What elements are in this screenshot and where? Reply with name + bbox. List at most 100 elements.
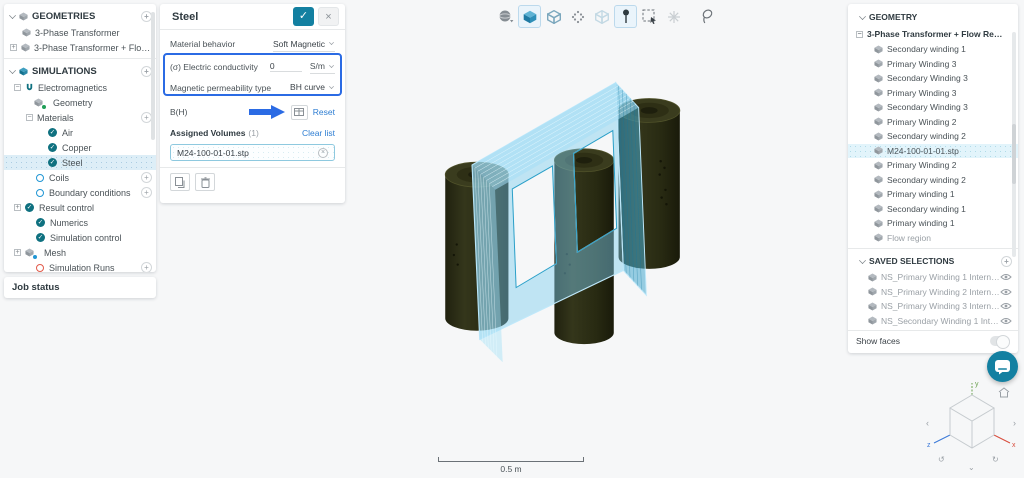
rotate-right-chevron[interactable]: ›	[1013, 418, 1016, 428]
viewport-3d-model[interactable]	[428, 60, 744, 362]
geometry-icon	[21, 43, 30, 52]
tree-item-simulation-runs[interactable]: Simulation Runs +	[4, 260, 156, 272]
isolate-parts-icon[interactable]	[662, 5, 685, 28]
conductivity-input[interactable]	[270, 61, 302, 72]
chevron-down-icon[interactable]	[859, 257, 866, 264]
visibility-eye-icon[interactable]	[1000, 302, 1012, 310]
box-select-icon[interactable]	[638, 5, 661, 28]
visibility-eye-icon[interactable]	[1000, 317, 1012, 325]
saved-selection-item[interactable]: NS_Primary Winding 1 Internal Port	[848, 270, 1018, 285]
solid-view-cube-icon[interactable]	[518, 5, 541, 28]
saved-selections-header[interactable]: SAVED SELECTIONS +	[848, 252, 1018, 270]
geometry-item[interactable]: Primary winding 1	[848, 187, 1018, 202]
close-button[interactable]: ×	[318, 7, 339, 26]
saved-selection-item[interactable]: NS_Primary Winding 2 Internal Port	[848, 285, 1018, 300]
expand-icon[interactable]: +	[14, 204, 21, 211]
saved-selection-label: NS_Secondary Winding 1 Internal Port	[881, 316, 1000, 326]
duplicate-material-button[interactable]	[170, 173, 190, 191]
roll-ccw-icon[interactable]: ↺	[938, 455, 945, 464]
unit-select[interactable]: S/m	[310, 59, 335, 74]
geometry-item[interactable]: Secondary Winding 3	[848, 71, 1018, 86]
home-view-icon[interactable]	[999, 388, 1009, 397]
tree-item-coils[interactable]: Coils +	[4, 170, 156, 185]
geometry-item[interactable]: Secondary winding 1	[848, 202, 1018, 217]
roll-cw-icon[interactable]: ↻	[992, 455, 999, 464]
tree-item-boundary-conditions[interactable]: Boundary conditions +	[4, 185, 156, 200]
show-faces-toggle[interactable]	[990, 336, 1010, 346]
job-status-bar[interactable]: Job status	[4, 277, 156, 298]
add-boundary-condition-button[interactable]: +	[141, 187, 152, 198]
z-axis-label: z	[927, 442, 931, 449]
add-run-button[interactable]: +	[141, 262, 152, 272]
copy-icon	[175, 177, 185, 188]
expand-icon[interactable]: +	[10, 44, 17, 51]
scrollbar[interactable]	[151, 12, 155, 140]
geometry-item[interactable]: Primary Winding 3	[848, 86, 1018, 101]
collapse-icon[interactable]: −	[14, 84, 21, 91]
geometry-item[interactable]: Primary Winding 2	[848, 158, 1018, 173]
remove-chip-icon[interactable]: ×	[318, 148, 328, 158]
exploded-view-icon[interactable]	[566, 5, 589, 28]
tree-item-copper[interactable]: ✓ Copper	[4, 140, 156, 155]
collapse-icon[interactable]: −	[856, 31, 863, 38]
field-label: (σ) Electric conductivity	[170, 62, 258, 72]
geometry-item[interactable]: Primary winding 1	[848, 216, 1018, 231]
visibility-eye-icon[interactable]	[1000, 288, 1012, 296]
geometry-root-item[interactable]: − 3-Phase Transformer + Flow Region	[848, 26, 1018, 42]
expand-icon[interactable]: +	[14, 249, 21, 256]
apply-button[interactable]: ✓	[293, 7, 314, 26]
tree-item-simulation-control[interactable]: ✓ Simulation control	[4, 230, 156, 245]
visibility-eye-icon[interactable]	[1000, 273, 1012, 281]
tree-item-geometry[interactable]: Geometry	[4, 95, 156, 110]
pin-keyframe-icon[interactable]	[614, 5, 637, 28]
tree-item-3-phase-transformer[interactable]: 3-Phase Transformer	[4, 25, 156, 40]
geometry-section-header[interactable]: GEOMETRY	[848, 8, 1018, 26]
chevron-down-icon[interactable]	[9, 67, 16, 74]
wireframe-view-icon[interactable]	[590, 5, 613, 28]
delete-material-button[interactable]	[195, 173, 215, 191]
geometry-item[interactable]: Secondary winding 1	[848, 42, 1018, 57]
error-circle-icon	[36, 264, 44, 272]
geometries-section-header[interactable]: GEOMETRIES +	[4, 7, 156, 25]
tree-item-materials[interactable]: − Materials +	[4, 110, 156, 125]
add-coil-button[interactable]: +	[141, 172, 152, 183]
cube-wireframe[interactable]	[950, 395, 994, 448]
rotate-down-chevron[interactable]: ⌄	[968, 463, 975, 472]
tree-item-air[interactable]: ✓ Air	[4, 125, 156, 140]
geometry-item[interactable]: Primary Winding 3	[848, 57, 1018, 72]
permeability-select[interactable]: BH curve	[290, 80, 335, 95]
tree-item-numerics[interactable]: ✓ Numerics	[4, 215, 156, 230]
reset-link[interactable]: Reset	[313, 107, 335, 117]
solid-icon	[868, 273, 877, 282]
simulations-section-header[interactable]: SIMULATIONS +	[4, 62, 156, 80]
tree-item-3-phase-transformer-flow[interactable]: + 3-Phase Transformer + Flow Region	[4, 40, 156, 55]
transparent-view-cube-icon[interactable]	[542, 5, 565, 28]
add-saved-selection-button[interactable]: +	[1001, 256, 1012, 267]
render-mode-sphere-icon[interactable]	[494, 5, 517, 28]
saved-selection-item[interactable]: NS_Primary Winding 3 Internal Port	[848, 299, 1018, 314]
tree-item-label: Steel	[62, 158, 83, 168]
chevron-down-icon[interactable]	[9, 12, 16, 19]
assigned-volume-chip[interactable]: M24-100-01-01.stp ×	[170, 144, 335, 161]
saved-selection-item[interactable]: NS_Secondary Winding 1 Internal Port	[848, 314, 1018, 329]
tree-item-electromagnetics[interactable]: − Electromagnetics	[4, 80, 156, 95]
clear-list-link[interactable]: Clear list	[302, 128, 335, 138]
chevron-down-icon[interactable]	[859, 13, 866, 20]
tree-item-steel-selected[interactable]: ✓ Steel	[4, 155, 156, 170]
scrollbar-thumb[interactable]	[1012, 124, 1016, 184]
tree-item-result-control[interactable]: + ✓ Result control	[4, 200, 156, 215]
bh-table-button[interactable]	[291, 105, 308, 120]
rotate-left-chevron[interactable]: ‹	[926, 418, 929, 428]
scale-bar	[438, 457, 584, 462]
navigation-cube[interactable]: y z x ‹ › ⌄ ↺ ↻	[925, 378, 1019, 474]
probe-lasso-icon[interactable]	[695, 5, 718, 28]
collapse-icon[interactable]: −	[26, 114, 33, 121]
material-behavior-select[interactable]: Soft Magnetic	[273, 37, 335, 52]
geometry-item[interactable]: Primary Winding 2	[848, 115, 1018, 130]
geometry-item[interactable]: Secondary winding 2	[848, 129, 1018, 144]
geometry-item[interactable]: Secondary Winding 3	[848, 100, 1018, 115]
tree-item-mesh[interactable]: + Mesh	[4, 245, 156, 260]
geometry-item-flow-region[interactable]: Flow region	[848, 231, 1018, 246]
geometry-item-selected[interactable]: M24-100-01-01.stp	[848, 144, 1018, 159]
geometry-item[interactable]: Secondary winding 2	[848, 173, 1018, 188]
